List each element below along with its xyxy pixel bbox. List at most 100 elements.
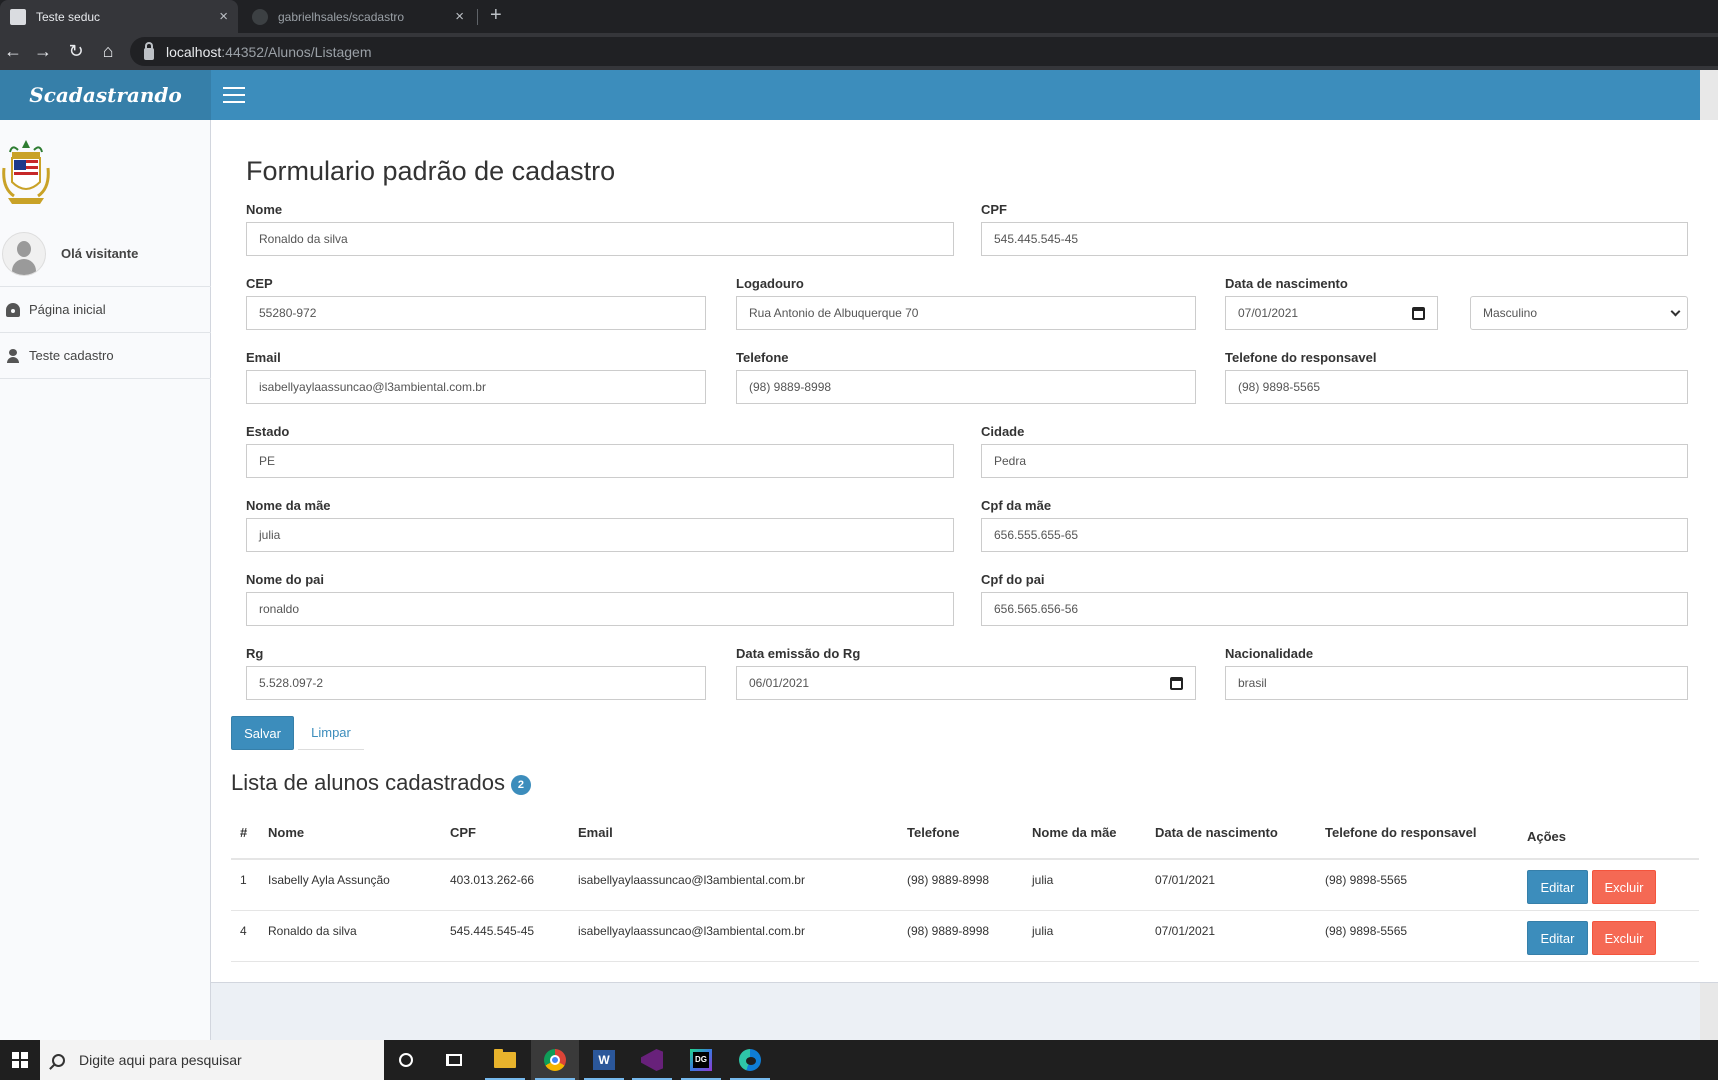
brand-logo-text[interactable]: Scadastrando [29, 83, 181, 107]
col-header-acoes: Ações [1527, 829, 1567, 844]
url-path: :44352/Alunos/Listagem [221, 43, 372, 60]
delete-button[interactable]: Excluir [1592, 921, 1656, 955]
cell-id: 4 [240, 924, 247, 938]
address-bar[interactable]: localhost:44352/Alunos/Listagem [130, 37, 1718, 66]
sidebar-item-teste-cadastro[interactable]: Teste cadastro [0, 333, 211, 379]
cpf-mae-group: Cpf da mãe 656.555.655-65 [981, 498, 1688, 552]
sidebar-item-label: Página inicial [29, 302, 106, 317]
cell-nome: Ronaldo da silva [268, 924, 357, 938]
sexo-select[interactable]: Masculino [1470, 296, 1688, 330]
cpf-mae-input[interactable]: 656.555.655-65 [981, 518, 1688, 552]
list-title: Lista de alunos cadastrados 2 [231, 770, 531, 796]
sexo-value: Masculino [1483, 306, 1538, 320]
clear-button[interactable]: Limpar [298, 716, 364, 750]
cep-group: CEP 55280-972 [246, 276, 706, 330]
telefone-resp-group: Telefone do responsavel (98) 9898-5565 [1225, 350, 1688, 404]
cpf-pai-input[interactable]: 656.565.656-56 [981, 592, 1688, 626]
rg-emissao-input[interactable]: 06/01/2021 [736, 666, 1196, 700]
cortana-button[interactable] [382, 1040, 430, 1080]
estado-group: Estado PE [246, 424, 954, 478]
tab-title: gabrielhsales/scadastro [278, 9, 405, 24]
cpf-group: CPF 545.445.545-45 [981, 202, 1688, 256]
nome-pai-group: Nome do pai ronaldo [246, 572, 954, 626]
cep-label: CEP [246, 276, 273, 291]
nacionalidade-input[interactable]: brasil [1225, 666, 1688, 700]
logradouro-input[interactable]: Rua Antonio de Albuquerque 70 [736, 296, 1196, 330]
telefone-input[interactable]: (98) 9889-8998 [736, 370, 1196, 404]
cell-id: 1 [240, 873, 247, 887]
logradouro-group: Logadouro Rua Antonio de Albuquerque 70 [736, 276, 1196, 330]
email-group: Email isabellyaylaassuncao@l3ambiental.c… [246, 350, 706, 404]
cpf-input[interactable]: 545.445.545-45 [981, 222, 1688, 256]
cell-telefone: (98) 9889-8998 [907, 924, 990, 938]
forward-arrow-icon[interactable]: → [32, 41, 54, 61]
table-row: 4 Ronaldo da silva 545.445.545-45 isabel… [231, 911, 1699, 962]
sidebar-item-label: Teste cadastro [29, 348, 114, 363]
calendar-icon[interactable] [1170, 676, 1183, 690]
email-input[interactable]: isabellyaylaassuncao@l3ambiental.com.br [246, 370, 706, 404]
nome-input[interactable]: Ronaldo da silva [246, 222, 954, 256]
visual-studio-button[interactable] [628, 1040, 676, 1080]
nacionalidade-group: Nacionalidade brasil [1225, 646, 1688, 700]
browser-toolbar: ← → ↻ ⌂ localhost:44352/Alunos/Listagem [0, 33, 1718, 70]
start-button[interactable] [0, 1040, 40, 1080]
cpf-pai-group: Cpf do pai 656.565.656-56 [981, 572, 1688, 626]
edit-button[interactable]: Editar [1527, 870, 1588, 904]
tab-teste-seduc[interactable]: Teste seduc × [0, 0, 238, 33]
avatar [2, 232, 46, 276]
user-greeting: Olá visitante [61, 246, 139, 261]
rg-input[interactable]: 5.528.097-2 [246, 666, 706, 700]
file-explorer-icon [494, 1049, 516, 1068]
cidade-input[interactable]: Pedra [981, 444, 1688, 478]
word-icon: W [593, 1050, 615, 1070]
coat-of-arms-icon [2, 140, 50, 204]
file-explorer-button[interactable] [481, 1040, 529, 1080]
new-tab-button[interactable]: + [490, 4, 502, 27]
nome-mae-input[interactable]: julia [246, 518, 954, 552]
cidade-label: Cidade [981, 424, 1025, 439]
nascimento-input[interactable]: 07/01/2021 [1225, 296, 1438, 330]
datagrip-button[interactable] [677, 1040, 725, 1080]
menu-toggle-icon[interactable] [223, 87, 245, 103]
word-button[interactable]: W [580, 1040, 628, 1080]
logradouro-label: Logadouro [736, 276, 804, 291]
user-panel: Olá visitante [0, 230, 211, 280]
calendar-icon[interactable] [1412, 306, 1425, 320]
save-button[interactable]: Salvar [231, 716, 294, 750]
task-view-button[interactable] [430, 1040, 478, 1080]
edge-icon [739, 1049, 761, 1071]
search-icon [52, 1053, 65, 1067]
nome-group: Nome Ronaldo da silva [246, 202, 954, 256]
cep-input[interactable]: 55280-972 [246, 296, 706, 330]
telefone-label: Telefone [736, 350, 789, 365]
home-icon[interactable]: ⌂ [97, 41, 119, 61]
cell-email: isabellyaylaassuncao@l3ambiental.com.br [578, 924, 805, 938]
estado-input[interactable]: PE [246, 444, 954, 478]
url-host: localhost [166, 43, 222, 60]
taskbar-search[interactable]: Digite aqui para pesquisar [40, 1040, 384, 1080]
nascimento-label: Data de nascimento [1225, 276, 1348, 291]
cell-tel-resp: (98) 9898-5565 [1325, 924, 1408, 938]
cpf-pai-label: Cpf do pai [981, 572, 1045, 587]
delete-button[interactable]: Excluir [1592, 870, 1656, 904]
close-tab-icon[interactable]: × [455, 8, 464, 25]
nascimento-value: 07/01/2021 [1238, 306, 1299, 320]
nome-mae-label: Nome da mãe [246, 498, 331, 513]
back-arrow-icon[interactable]: ← [2, 41, 24, 61]
close-tab-icon[interactable]: × [219, 8, 228, 25]
nome-pai-input[interactable]: ronaldo [246, 592, 954, 626]
tab-github[interactable]: gabrielhsales/scadastro × [240, 0, 476, 33]
telefone-resp-input[interactable]: (98) 9898-5565 [1225, 370, 1688, 404]
reload-icon[interactable]: ↻ [65, 41, 87, 61]
user-icon [6, 348, 20, 363]
col-header-email: Email [578, 825, 613, 840]
brand-bar: Scadastrando [0, 70, 211, 120]
edge-button[interactable] [726, 1040, 774, 1080]
nome-label: Nome [246, 202, 283, 217]
list-title-text: Lista de alunos cadastrados [231, 770, 505, 795]
chevron-down-icon [1670, 306, 1681, 316]
sidebar-item-pagina-inicial[interactable]: Página inicial [0, 287, 211, 333]
chrome-button[interactable] [531, 1040, 579, 1080]
edit-button[interactable]: Editar [1527, 921, 1588, 955]
nome-mae-group: Nome da mãe julia [246, 498, 954, 552]
